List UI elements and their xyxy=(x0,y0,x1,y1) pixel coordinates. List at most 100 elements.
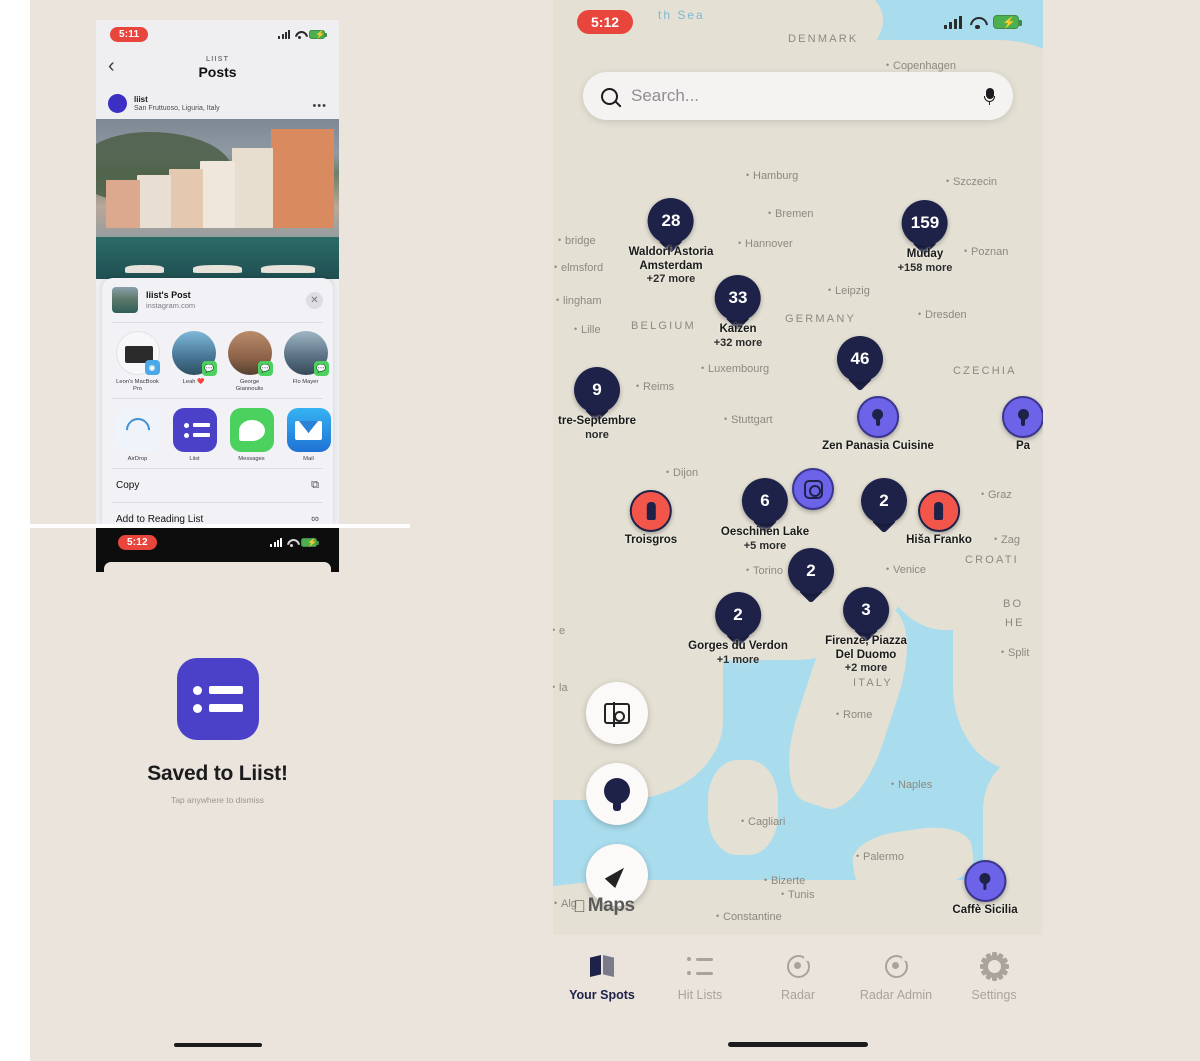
right-column: th Sea DENMARK BELGIUM GERMANY CZECHIA I… xyxy=(410,0,1200,1061)
map-pin-46[interactable]: 46 xyxy=(837,336,883,382)
list-item-label: Leah ❤️ xyxy=(182,379,205,385)
list-item[interactable]: 💬 Leah ❤️ xyxy=(170,331,217,393)
nav-bar: ‹ LIIST Posts xyxy=(96,48,339,88)
drop-pin-button[interactable] xyxy=(586,763,648,825)
tab-hit-lists[interactable]: Hit Lists xyxy=(651,951,749,1002)
map-label-city: Szczecin xyxy=(946,176,997,188)
map-pin-hisa-franko[interactable]: Hiša Franko xyxy=(906,490,972,548)
pin-sublabel: +32 more xyxy=(713,336,763,349)
avatar: 💬 xyxy=(171,331,217,376)
map-pin-kaizen[interactable]: 33 Kaizen +32 more xyxy=(713,275,763,350)
wifi-icon xyxy=(294,30,305,39)
share-target-mail[interactable]: Mail xyxy=(285,408,332,462)
tab-settings[interactable]: Settings xyxy=(945,951,1043,1002)
pin-count: 46 xyxy=(837,336,883,382)
app-label: Mail xyxy=(303,456,314,463)
map-pin-muday[interactable]: 159 Muday +158 more xyxy=(898,200,952,275)
pin-label: Kaizen xyxy=(719,323,757,335)
list-icon xyxy=(651,951,749,981)
tab-label: Radar xyxy=(780,988,816,1002)
share-source: instagram.com xyxy=(146,301,196,310)
map-label-city: Constantine xyxy=(716,911,782,923)
map-pin-caffe-sicilia[interactable]: Caffè Sicilia xyxy=(952,860,1018,918)
map-view[interactable]: th Sea DENMARK BELGIUM GERMANY CZECHIA I… xyxy=(553,0,1043,935)
map-label-city: Naples xyxy=(891,779,932,791)
map-label-city: Copenhagen xyxy=(886,60,956,72)
map-label-country: ITALY xyxy=(853,677,893,689)
tab-radar-admin[interactable]: Radar Admin xyxy=(847,951,945,1002)
map-pin-waldorf[interactable]: 28 Waldorf Astoria Amsterdam +27 more xyxy=(629,198,713,286)
app-label: AirDrop xyxy=(127,456,148,463)
list-item[interactable]: 💬 George Giannoulis xyxy=(226,331,273,393)
post-author: liist xyxy=(134,95,148,104)
status-indicators: ⚡ xyxy=(944,15,1022,29)
map-config-icon xyxy=(604,702,630,728)
map-pin-pa[interactable]: Pa xyxy=(1002,396,1043,454)
share-target-liist[interactable]: Liist xyxy=(171,408,218,462)
status-indicators: ⚡ xyxy=(278,29,327,39)
tab-label: Settings xyxy=(971,988,1017,1002)
list-item-label: Leon's MacBook Pro xyxy=(116,379,159,393)
map-pin-2a[interactable]: 2 xyxy=(861,478,907,524)
search-input[interactable]: Search... xyxy=(583,72,1013,120)
status-bar: 5:11 ⚡ xyxy=(96,20,339,48)
tab-label: Hit Lists xyxy=(677,988,723,1002)
map-pin-firenze[interactable]: 3 Firenze, Piazza Del Duomo +2 more xyxy=(825,587,907,675)
list-item[interactable]: ◉ Leon's MacBook Pro xyxy=(114,331,161,393)
camera-icon xyxy=(792,468,834,510)
map-label-city: Palermo xyxy=(856,851,904,863)
tab-your-spots[interactable]: Your Spots xyxy=(553,951,651,1002)
pin-label: Hiša Franko xyxy=(906,534,972,546)
pin-sublabel: +2 more xyxy=(844,662,888,675)
avatar xyxy=(108,94,127,113)
map-pin-septembre[interactable]: 9 tre-Septembre nore xyxy=(558,367,636,442)
pin-label: Zen Panasia Cuisine xyxy=(822,440,934,452)
map-pin-camera[interactable] xyxy=(792,468,834,510)
share-apps-row: AirDrop Liist Messages Mail xyxy=(102,399,333,468)
airdrop-icon: ◉ xyxy=(144,360,160,375)
saved-content: Saved to Liist! Tap anywhere to dismiss xyxy=(96,658,339,805)
phone-saved-screen: 5:12 ⚡ Saved to Liist! Tap anywhere to d… xyxy=(96,528,339,1061)
map-label-city: Dijon xyxy=(666,467,698,479)
apple-logo-icon:  xyxy=(573,898,586,915)
share-sheet-header: liist's Post instagram.com ✕ xyxy=(102,278,333,322)
messages-icon xyxy=(229,408,274,453)
messages-icon: 💬 xyxy=(313,361,329,376)
map-label-city: la xyxy=(553,682,568,694)
map-pin-zen-panasia[interactable]: Zen Panasia Cuisine xyxy=(822,396,934,454)
pin-label: Troisgros xyxy=(624,534,678,546)
more-options-icon[interactable]: ••• xyxy=(312,100,327,112)
restaurant-icon xyxy=(630,490,672,532)
marker-icon xyxy=(963,860,1006,902)
map-pin-troisgros[interactable]: Troisgros xyxy=(625,490,677,548)
map-label-city: Graz xyxy=(981,489,1012,501)
pin-count: 28 xyxy=(647,198,694,244)
home-indicator xyxy=(728,1042,868,1047)
list-item[interactable]: 💬 Flo Mayer xyxy=(282,331,329,393)
page-title: Posts xyxy=(198,64,237,80)
radar-icon xyxy=(749,951,847,981)
map-pin-gorges[interactable]: 2 Gorges du Verdon +1 more xyxy=(688,592,788,667)
share-target-messages[interactable]: Messages xyxy=(228,408,275,462)
app-label: Messages xyxy=(238,456,265,463)
pin-count: 159 xyxy=(901,200,948,246)
navigation-arrow-icon xyxy=(604,862,630,888)
map-style-button[interactable] xyxy=(586,682,648,744)
glasses-icon: ∞ xyxy=(311,513,319,524)
back-button[interactable]: ‹ xyxy=(108,56,115,76)
microphone-icon[interactable] xyxy=(984,87,995,105)
action-copy[interactable]: Copy ⧉ xyxy=(102,469,333,502)
map-label-city: lingham xyxy=(556,295,601,307)
pin-label: tre-Septembre xyxy=(558,415,636,427)
action-add-reading-list[interactable]: Add to Reading List ∞ xyxy=(102,503,333,524)
tab-radar[interactable]: Radar xyxy=(749,951,847,1002)
map-icon xyxy=(553,951,651,981)
map-label-country: BELGIUM xyxy=(631,320,696,332)
close-icon[interactable]: ✕ xyxy=(306,291,323,309)
status-time: 5:12 xyxy=(577,10,634,34)
post-header: liist San Fruttuoso, Liguria, Italy ••• xyxy=(96,88,339,119)
status-time: 5:11 xyxy=(110,26,149,42)
share-target-airdrop[interactable]: AirDrop xyxy=(114,408,161,462)
home-indicator xyxy=(173,1043,262,1047)
left-column: 5:11 ⚡ ‹ LIIST Posts liist San Fruttuoso… xyxy=(0,0,410,1061)
